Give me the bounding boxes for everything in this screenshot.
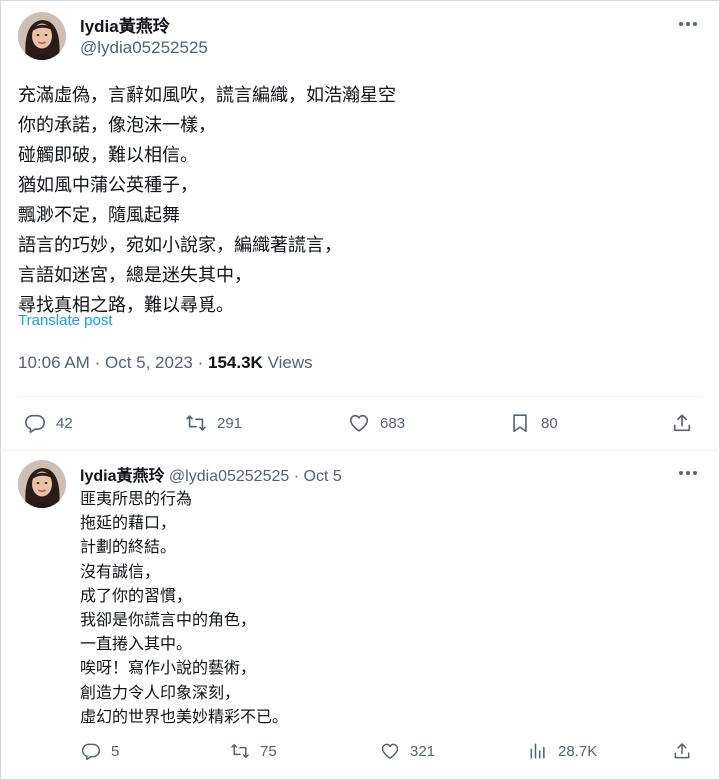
like-count: 683 xyxy=(380,414,406,432)
reply-header: lydia黃燕玲 @lydia05252525 · Oct 5 xyxy=(80,462,342,486)
repost-button[interactable]: 291 xyxy=(185,412,242,434)
post-date[interactable]: Oct 5, 2023 xyxy=(105,353,193,372)
reply-text-line: 我卻是你謊言中的角色， xyxy=(80,611,257,629)
reply-count: 42 xyxy=(56,414,73,432)
bookmark-count: 80 xyxy=(541,414,558,432)
avatar[interactable] xyxy=(18,460,66,508)
reply-text-line: 一直捲入其中。 xyxy=(80,636,193,654)
views-label: Views xyxy=(267,353,313,372)
reply-button[interactable]: 42 xyxy=(24,412,73,434)
repost-count: 75 xyxy=(260,742,277,760)
share-button[interactable] xyxy=(672,741,692,761)
reply-text-line: 匪夷所思的行為 xyxy=(80,491,193,508)
post-text-line: 飄渺不定，隨風起舞 xyxy=(18,205,180,225)
like-icon xyxy=(348,412,370,434)
avatar[interactable] xyxy=(18,12,66,60)
reply-text-line: 唉呀！寫作小說的藝術， xyxy=(80,660,257,678)
reply-text-line: 拖延的藉口， xyxy=(80,515,177,533)
post-text-line: 充滿虛偽，言辭如風吹，謊言編織，如浩瀚星空 xyxy=(18,85,396,105)
reply-text-line: 沒有誠信， xyxy=(80,563,161,581)
post-text-line: 語言的巧妙，宛如小說家，編織著謊言， xyxy=(18,235,342,255)
post-time[interactable]: 10:06 AM xyxy=(18,353,90,372)
like-button[interactable]: 321 xyxy=(380,741,435,761)
post-text-line: 碰觸即破，難以相信。 xyxy=(18,145,198,165)
post-actions: 42 291 683 80 xyxy=(0,412,720,442)
author-handle[interactable]: @lydia05252525 xyxy=(169,468,289,485)
share-icon xyxy=(672,741,692,761)
views-count: 28.7K xyxy=(558,742,598,760)
divider xyxy=(18,396,702,397)
post-meta: 10:06 AM · Oct 5, 2023 · 154.3K Views xyxy=(18,353,313,373)
reply-text-line: 創造力令人印象深刻， xyxy=(80,684,241,702)
translate-post-link[interactable]: Translate post xyxy=(18,312,113,329)
repost-icon xyxy=(185,412,207,434)
repost-button[interactable]: 75 xyxy=(230,741,277,761)
share-button[interactable] xyxy=(671,412,693,434)
post-text: 充滿虛偽，言辭如風吹，謊言編織，如浩瀚星空 你的承諾，像泡沫一樣， 碰觸即破，難… xyxy=(18,80,396,320)
views-button[interactable]: 28.7K xyxy=(528,741,597,761)
like-button[interactable]: 683 xyxy=(348,412,405,434)
author-handle[interactable]: @lydia05252525 xyxy=(80,38,208,58)
meta-separator: · xyxy=(293,468,300,485)
post-text-line: 你的承諾，像泡沫一樣， xyxy=(18,115,216,135)
reply-text-line: 成了你的習慣， xyxy=(80,587,193,605)
reply-text-line: 計劃的終結。 xyxy=(80,539,177,557)
more-icon[interactable] xyxy=(676,14,700,34)
author-name[interactable]: lydia黃燕玲 xyxy=(80,468,164,485)
reply-post[interactable]: lydia黃燕玲 @lydia05252525 · Oct 5 匪夷所思的行為 … xyxy=(0,451,720,780)
meta-separator: · xyxy=(94,353,101,372)
like-count: 321 xyxy=(410,742,436,760)
reply-actions: 5 75 321 28.7K xyxy=(0,741,720,771)
more-icon[interactable] xyxy=(676,463,700,483)
share-icon xyxy=(671,412,693,434)
bookmark-icon xyxy=(509,412,531,434)
reply-count: 5 xyxy=(111,742,120,760)
views-count: 154.3K xyxy=(208,353,263,372)
reply-button[interactable]: 5 xyxy=(81,741,119,761)
views-icon xyxy=(528,741,548,761)
meta-separator: · xyxy=(197,353,204,372)
repost-icon xyxy=(230,741,250,761)
like-icon xyxy=(380,741,400,761)
post-date[interactable]: Oct 5 xyxy=(304,468,342,485)
post-text-line: 猶如風中蒲公英種子， xyxy=(18,175,198,195)
repost-count: 291 xyxy=(217,414,243,432)
reply-text: 匪夷所思的行為 拖延的藉口， 計劃的終結。 沒有誠信， 成了你的習慣， 我卻是你… xyxy=(80,488,288,730)
post-text-line: 言語如迷宮，總是迷失其中， xyxy=(18,265,252,285)
main-post: lydia黃燕玲 @lydia05252525 充滿虛偽，言辭如風吹，謊言編織，… xyxy=(0,0,720,451)
reply-icon xyxy=(24,412,46,434)
author-name[interactable]: lydia黃燕玲 xyxy=(80,12,170,37)
reply-text-line: 虛幻的世界也美妙精彩不已。 xyxy=(80,708,289,726)
bookmark-button[interactable]: 80 xyxy=(509,412,558,434)
reply-icon xyxy=(81,741,101,761)
